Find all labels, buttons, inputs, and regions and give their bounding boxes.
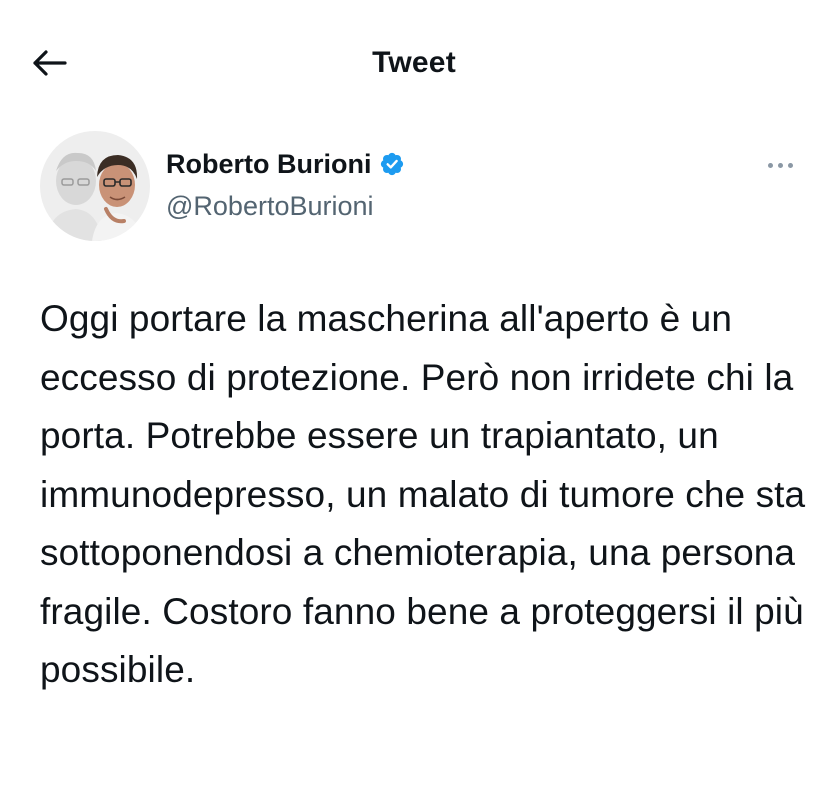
- top-bar: Tweet: [0, 0, 828, 120]
- tweet-text: Oggi portare la mascherina all'aperto è …: [40, 298, 806, 690]
- more-horizontal-icon: [777, 162, 783, 168]
- verified-badge-icon: [381, 152, 404, 176]
- avatar[interactable]: [40, 131, 150, 241]
- display-name: Roberto Burioni: [166, 149, 372, 179]
- more-options-button[interactable]: [760, 153, 800, 177]
- more-horizontal-icon: [787, 162, 793, 168]
- tweet-author: Roberto Burioni @RobertoBurioni: [40, 131, 800, 243]
- display-name-link[interactable]: Roberto Burioni: [166, 147, 405, 181]
- more-horizontal-icon: [767, 162, 773, 168]
- page-title: Tweet: [372, 46, 456, 79]
- author-handle[interactable]: @RobertoBurioni: [166, 189, 374, 223]
